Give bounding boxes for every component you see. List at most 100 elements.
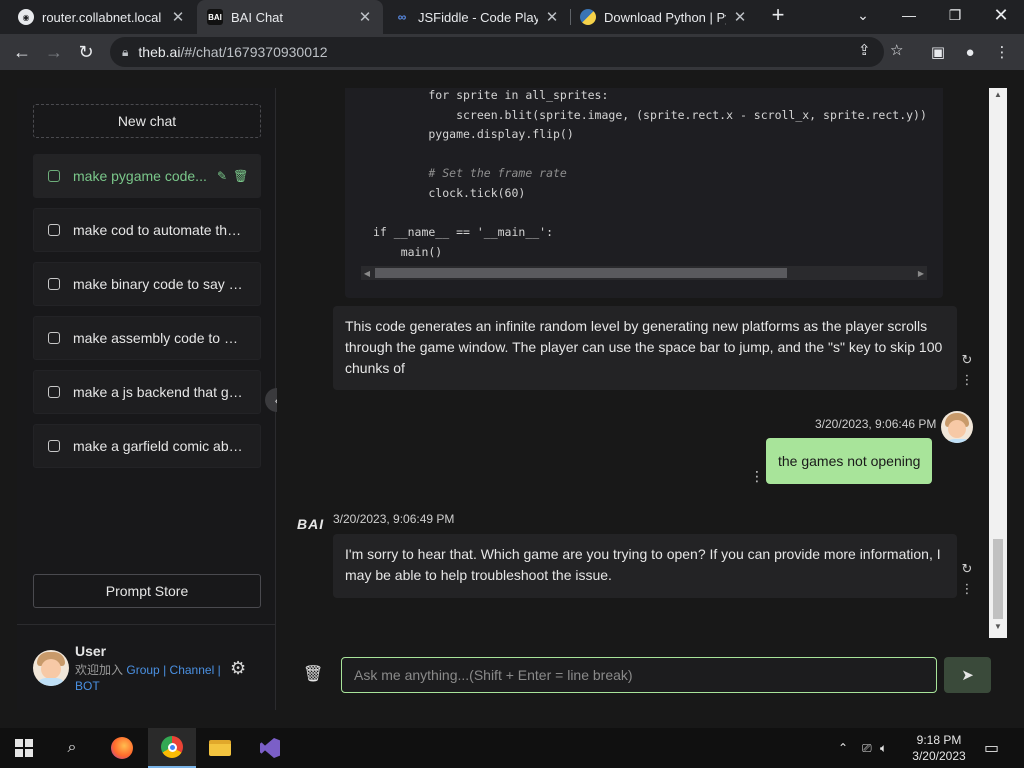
menu-kebab-icon[interactable]: ⋮ [988,38,1016,66]
lock-icon: 🔒︎ [122,44,129,59]
send-button[interactable]: ➤ [944,657,991,693]
regenerate-icon[interactable]: ↻ [960,559,974,579]
show-hidden-icons[interactable]: ⌃ [838,728,848,768]
send-icon: ➤ [961,667,974,684]
back-arrow-icon[interactable]: ← [8,38,36,66]
tab-title: BAI Chat [231,9,284,25]
url-text: theb.ai/#/chat/1679370930012 [138,44,328,60]
minimize-icon[interactable]: — [886,0,932,30]
chat-item[interactable]: make a js backend that ge... [33,370,261,414]
chat-vertical-scrollbar[interactable]: ▲ ▼ [989,88,1007,638]
code-text: for sprite in all_sprites: screen.blit(s… [373,88,927,259]
scroll-up-icon[interactable]: ▲ [989,90,1007,104]
clock-date: 3/20/2023 [912,749,966,763]
close-window-icon[interactable]: ✕ [978,0,1024,30]
chat-item[interactable]: make a garfield comic abo... [33,424,261,468]
tab-title: Download Python | Pyt [604,9,726,25]
star-icon[interactable]: ☆ [890,41,903,59]
code-block: for sprite in all_sprites: screen.blit(s… [345,88,943,298]
message-actions: ↻ ⋮ [960,350,974,390]
scroll-right-icon[interactable]: ▶ [915,266,927,280]
regenerate-icon[interactable]: ↻ [960,350,974,370]
chat-bubble-icon [48,386,60,398]
jsfiddle-icon: ∞ [397,10,407,24]
code-horizontal-scrollbar[interactable]: ◀ ▶ [361,266,927,280]
browser-tab[interactable]: Download Python | Pyt ✕ [570,0,758,34]
browser-toolbar: ← → ↻ 🔒︎ theb.ai/#/chat/1679370930012 ⇪ … [0,34,1024,70]
chat-item-active[interactable]: make pygame code... ✎ 🗑︎ [33,154,261,198]
user-links: 欢迎加入 Group | Channel | BOT [75,662,225,694]
channel-link[interactable]: Channel [170,663,215,677]
forward-arrow-icon[interactable]: → [40,38,68,66]
chat-messages: for sprite in all_sprites: screen.blit(s… [277,88,1007,638]
browser-tab-active[interactable]: BAI BAI Chat ✕ [197,0,383,34]
chat-item-label: make a js backend that ge... [73,384,243,400]
user-info: User 欢迎加入 Group | Channel | BOT [75,643,225,694]
group-link[interactable]: Group [126,663,159,677]
delete-icon[interactable]: 🗑︎ [233,169,248,183]
share-icon[interactable]: ⇪ [858,41,871,59]
start-button[interactable] [0,728,48,768]
tab-search-icon[interactable]: ⌄ [840,0,886,30]
user-message: the games not opening [766,438,933,484]
bot-message: I'm sorry to hear that. Which game are y… [333,534,957,598]
more-options-icon[interactable]: ⋮ [750,468,764,485]
close-tab-icon[interactable]: ✕ [170,8,186,26]
bai-icon: BAI [207,9,223,25]
browser-tab[interactable]: ∞ JSFiddle - Code Playgro ✕ [384,0,570,34]
link-separator: | [163,663,167,677]
python-icon [580,9,596,25]
new-chat-button[interactable]: New chat [33,104,261,138]
search-icon[interactable]: ⌕ [48,728,96,768]
chat-item[interactable]: make assembly code to ge... [33,316,261,360]
network-icon[interactable]: ⎚ [862,728,872,768]
volume-muted-icon[interactable]: 🔈︎ [880,728,887,768]
more-options-icon[interactable]: ⋮ [960,579,974,599]
address-bar[interactable]: 🔒︎ theb.ai/#/chat/1679370930012 [110,37,884,67]
system-clock[interactable]: 9:18 PM 3/20/2023 [904,732,974,764]
close-tab-icon[interactable]: ✕ [732,8,748,26]
message-timestamp: 3/20/2023, 9:06:49 PM [333,512,455,526]
gear-icon[interactable]: ⚙ [230,658,246,679]
bot-link[interactable]: BOT [75,679,100,693]
restore-icon[interactable]: ❐ [932,0,978,30]
bai-logo: BAI [297,516,325,532]
chat-input[interactable] [341,657,937,693]
firefox-icon[interactable] [98,728,146,768]
more-options-icon[interactable]: ⋮ [960,370,974,390]
chat-bubble-icon [48,278,60,290]
notifications-icon[interactable]: ▭ [984,728,999,768]
scroll-down-icon[interactable]: ▼ [989,622,1007,636]
chat-item[interactable]: make cod to automate the... [33,208,261,252]
visual-studio-icon[interactable] [246,728,294,768]
windows-icon [15,739,33,757]
new-tab-button[interactable]: + [766,4,790,28]
tab-title: JSFiddle - Code Playgro [418,9,538,25]
chat-item[interactable]: make binary code to say h... [33,262,261,306]
clock-time: 9:18 PM [916,733,962,747]
scroll-left-icon[interactable]: ◀ [361,266,373,280]
browser-tab[interactable]: ◉ router.collabnet.local - ✕ [8,0,196,34]
close-tab-icon[interactable]: ✕ [544,8,560,26]
reload-icon[interactable]: ↻ [72,38,100,66]
tab-title: router.collabnet.local - [42,9,164,25]
chat-item-label: make a garfield comic abo... [73,438,243,454]
chat-item-label: make assembly code to ge... [73,330,243,346]
edit-icon[interactable]: ✎ [217,169,227,183]
side-panel-icon[interactable]: ▣ [924,38,952,66]
sidebar: New chat make pygame code... ✎ 🗑︎ make c… [17,88,276,710]
join-text: 欢迎加入 [75,663,124,677]
scrollbar-thumb[interactable] [375,268,787,278]
close-tab-icon[interactable]: ✕ [357,8,373,26]
user-avatar[interactable] [33,650,69,686]
user-avatar [941,411,973,443]
scrollbar-thumb[interactable] [993,539,1003,619]
profile-icon[interactable]: ● [956,38,984,66]
clear-chat-icon[interactable]: 🗑︎ [303,664,323,684]
prompt-store-button[interactable]: Prompt Store [33,574,261,608]
chat-item-label: make pygame code... [73,168,207,184]
chat-bubble-icon [48,224,60,236]
file-explorer-icon[interactable] [196,728,244,768]
chrome-icon[interactable] [148,728,196,768]
taskbar: ⌕ ⌃ ⎚ 🔈︎ 9:18 PM 3/20/2023 ▭ [0,728,1024,768]
